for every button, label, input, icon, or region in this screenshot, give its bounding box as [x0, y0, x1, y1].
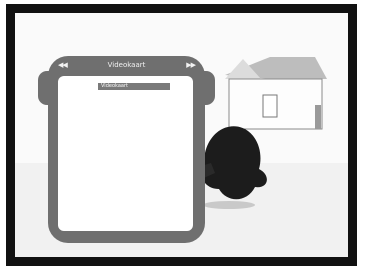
osd-title: Videokaart: [107, 61, 146, 69]
osd-list-item-selected[interactable]: Videokaart: [98, 83, 170, 90]
rewind-icon[interactable]: ◀◀: [58, 61, 68, 69]
fast-forward-icon[interactable]: ▶▶: [186, 61, 196, 69]
osd-list: Videokaart: [58, 76, 193, 231]
house-image: [225, 57, 327, 130]
osd-header: ◀◀ Videokaart ▶▶: [48, 56, 205, 74]
tv-screen-frame: ◀◀ Videokaart ▶▶ Videokaart: [6, 4, 357, 266]
